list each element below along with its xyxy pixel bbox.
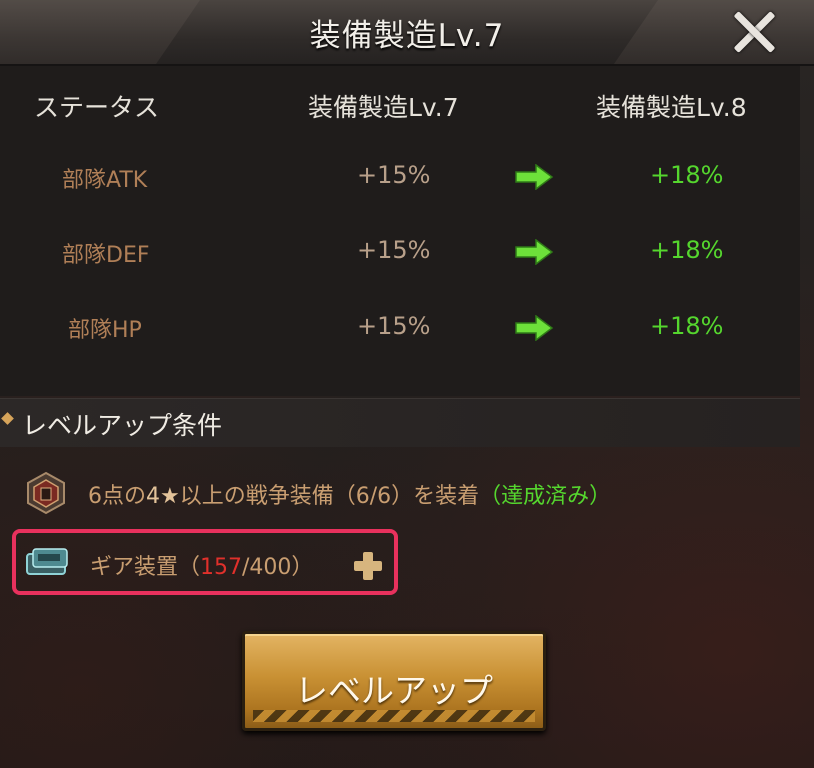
condition-text-prefix: 6点の — [88, 484, 146, 509]
stat-label: 部隊DEF — [62, 243, 150, 268]
close-icon[interactable] — [730, 8, 778, 56]
stat-label: 部隊ATK — [62, 168, 148, 193]
stat-label: 部隊HP — [68, 318, 142, 343]
stat-current: +15% — [357, 161, 431, 189]
conditions-title: レベルアップ条件 — [22, 411, 223, 440]
level-up-button-label: レベルアップ — [295, 671, 493, 710]
gear-label: ギア装置（ — [90, 555, 201, 580]
level-up-button[interactable]: レベルアップ — [242, 631, 546, 731]
condition-war-equipment: 6点の4★以上の戦争装備（6/6）を装着（達成済み） — [88, 478, 611, 510]
gear-current-count: 157 — [200, 555, 243, 580]
gear-required-count: /400） — [242, 555, 314, 580]
stat-current: +15% — [357, 312, 431, 340]
dialog-header: 装備製造Lv.7 — [0, 0, 814, 66]
condition-gear-device: ギア装置（157/400） — [90, 549, 313, 581]
star-icon: ★ — [160, 484, 180, 509]
stat-next: +18% — [650, 312, 724, 340]
arrow-right-icon — [515, 315, 554, 341]
arrow-right-icon — [515, 239, 554, 265]
stat-next: +18% — [650, 161, 724, 189]
condition-text-main: 以上の戦争装備（6/6）を装着 — [179, 484, 480, 509]
dialog-title: 装備製造Lv.7 — [309, 18, 505, 54]
header-current-level: 装備製造Lv.7 — [308, 93, 459, 122]
header-next-level: 装備製造Lv.8 — [596, 93, 747, 122]
header-status: ステータス — [34, 93, 160, 122]
gear-device-icon — [26, 548, 68, 575]
stat-current: +15% — [357, 236, 431, 264]
stat-next: +18% — [650, 236, 724, 264]
button-hazard-stripes — [253, 710, 535, 722]
add-gear-plus-icon[interactable] — [352, 550, 384, 582]
condition-status-achieved: （達成済み） — [479, 484, 612, 509]
condition-star-level: 4 — [146, 484, 160, 509]
arrow-right-icon — [515, 164, 554, 190]
war-equipment-badge-icon — [27, 471, 65, 515]
